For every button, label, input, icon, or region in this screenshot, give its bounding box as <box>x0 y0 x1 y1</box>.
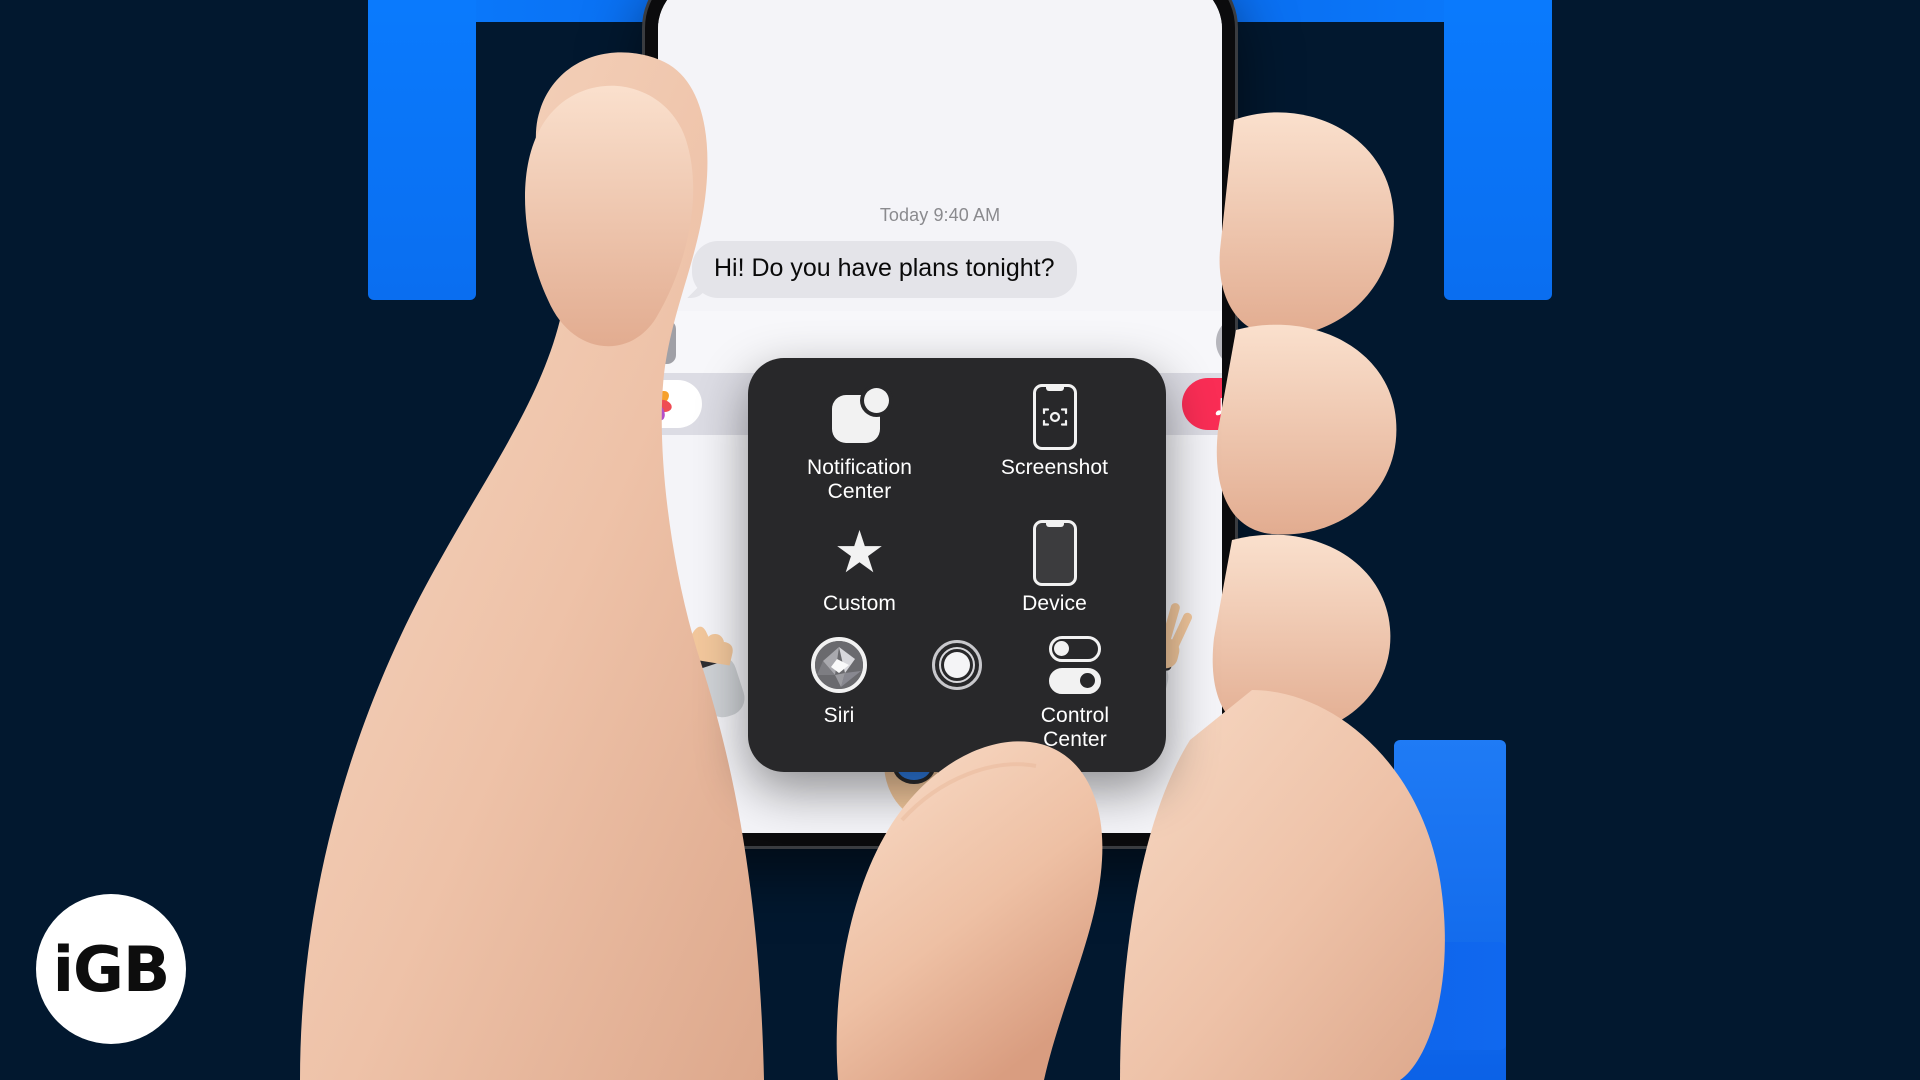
message-bubble-incoming: Hi! Do you have plans tonight? <box>692 241 1077 299</box>
igb-logo: iGB <box>36 894 186 1044</box>
screenshot-icon <box>1032 384 1077 450</box>
toggle-off-glyph <box>1049 636 1101 663</box>
bracket-arm-vertical <box>1444 0 1552 300</box>
music-icon[interactable]: ♫ <box>1182 378 1222 430</box>
siri-orb-glyph <box>815 641 863 690</box>
thumb <box>836 741 1103 1080</box>
menu-item-custom[interactable]: ★ Custom <box>762 520 957 624</box>
menu-item-notification-center[interactable]: Notification Center <box>762 384 957 512</box>
menu-item-label: Screenshot <box>1000 456 1109 479</box>
photos-icon[interactable] <box>658 380 702 428</box>
photos-flower-glyph <box>658 388 672 421</box>
siri-icon <box>811 632 867 698</box>
bracket-arm-vertical <box>368 0 476 300</box>
star-icon: ★ <box>833 519 886 585</box>
device-icon <box>1032 519 1077 586</box>
menu-item-label: Device <box>1022 591 1087 615</box>
camera-icon[interactable] <box>658 320 676 364</box>
decorative-bracket-top-right <box>1222 0 1552 300</box>
thumb-over-screen <box>836 741 1103 1080</box>
music-note-glyph: ♫ <box>1211 385 1222 424</box>
menu-item-home[interactable] <box>898 632 1016 704</box>
message-timestamp: Today 9:40 AM <box>879 205 1001 225</box>
bracket-arm-horizontal <box>1158 942 1506 1050</box>
menu-item-screenshot[interactable]: Screenshot <box>957 384 1152 512</box>
menu-item-label: Notification Center <box>806 456 913 503</box>
capture-frame-glyph <box>1042 408 1067 426</box>
home-button-icon <box>932 632 982 698</box>
notification-center-icon <box>831 384 889 450</box>
logo-text: iGB <box>52 932 170 1006</box>
control-center-icon <box>1049 632 1101 698</box>
toggle-on-glyph <box>1049 668 1101 695</box>
audio-message-icon[interactable] <box>1216 316 1222 368</box>
menu-item-device[interactable]: Device <box>957 519 1152 624</box>
menu-item-label: Custom <box>823 591 896 615</box>
